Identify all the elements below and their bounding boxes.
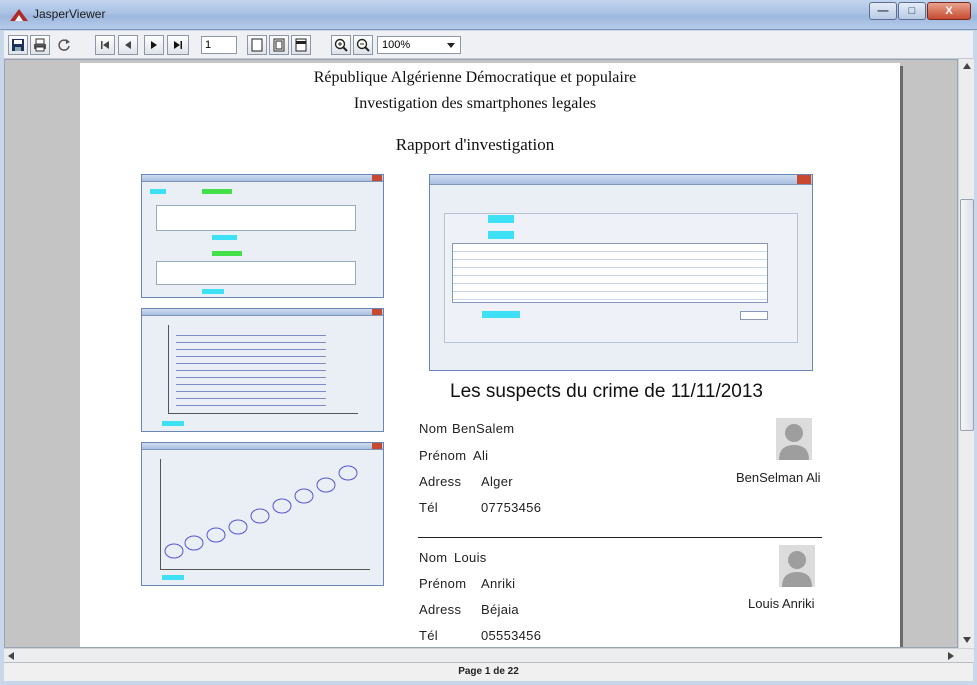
suspect-1-tel-label: Tél <box>419 500 438 515</box>
suspect-2-nom-label: Nom <box>419 550 448 565</box>
suspect-2-prenom-label: Prénom <box>419 576 467 591</box>
print-icon <box>34 38 46 52</box>
suspect-2-adress: Béjaia <box>481 602 519 617</box>
window-title: JasperViewer <box>33 7 106 21</box>
suspect-2-tel-label: Tél <box>419 628 438 643</box>
suspect-1-nom: BenSalem <box>452 421 515 436</box>
maximize-icon: □ <box>908 5 916 17</box>
report-title: Rapport d'investigation <box>395 135 555 154</box>
first-page-icon <box>101 41 109 49</box>
next-page-button[interactable] <box>144 35 164 55</box>
zoom-out-button[interactable] <box>353 35 373 55</box>
screenshot-image-3 <box>141 442 384 586</box>
print-button[interactable] <box>30 35 50 55</box>
suspect-1-tel: 07753456 <box>481 500 542 515</box>
report-header-republic: République Algérienne Démocratique et po… <box>313 69 637 86</box>
last-page-button[interactable] <box>167 35 189 55</box>
screenshot-image-4 <box>429 174 813 371</box>
scroll-down-icon[interactable] <box>963 637 971 643</box>
suspect-1-prenom: Ali <box>473 448 489 463</box>
suspect-2-photo-caption: Louis Anriki <box>748 596 815 611</box>
fit-page-icon <box>273 38 285 52</box>
suspect-1-prenom-label: Prénom <box>419 448 467 463</box>
scroll-right-icon[interactable] <box>948 652 954 660</box>
zoom-in-icon <box>334 38 348 52</box>
suspect-1-nom-label: Nom <box>419 421 448 436</box>
prev-page-icon <box>125 41 131 49</box>
minimize-button[interactable]: — <box>869 2 897 20</box>
chevron-down-icon <box>447 43 455 48</box>
page-indicator: Page 1 de 22 <box>458 666 519 677</box>
suspect-separator <box>418 537 822 538</box>
save-button[interactable] <box>8 35 28 55</box>
actual-size-icon <box>251 38 263 52</box>
first-page-button[interactable] <box>95 35 115 55</box>
zoom-value: 100% <box>382 39 411 51</box>
suspect-1-adress-label: Adress <box>419 474 462 489</box>
suspect-2-prenom: Anriki <box>481 576 516 591</box>
fit-width-icon <box>295 38 307 52</box>
actual-size-button[interactable] <box>247 35 267 55</box>
reload-button[interactable] <box>54 35 74 55</box>
fit-page-button[interactable] <box>269 35 289 55</box>
suspect-1-adress: Alger <box>481 474 513 489</box>
scroll-up-icon[interactable] <box>963 63 971 69</box>
user-silhouette-icon <box>776 418 812 460</box>
viewer-toolbar: 1 100% <box>4 31 973 59</box>
window-title-bar[interactable]: JasperViewer — □ X <box>0 0 977 30</box>
zoom-select[interactable]: 100% <box>377 36 461 54</box>
close-icon: X <box>945 5 953 17</box>
screenshot-image-2 <box>141 308 384 432</box>
report-header-investigation: Investigation des smartphones legales <box>353 95 597 112</box>
suspect-1-photo-caption: BenSelman Ali <box>736 470 821 485</box>
minimize-icon: — <box>877 5 889 17</box>
report-page: République Algérienne Démocratique et po… <box>80 63 900 647</box>
suspects-title: Les suspects du crime de 11/11/2013 <box>450 381 763 402</box>
close-button[interactable]: X <box>927 2 971 20</box>
zoom-in-button[interactable] <box>331 35 351 55</box>
report-viewport[interactable]: République Algérienne Démocratique et po… <box>4 59 958 648</box>
scroll-left-icon[interactable] <box>8 652 14 660</box>
next-page-icon <box>151 41 157 49</box>
suspect-2-adress-label: Adress <box>419 602 462 617</box>
status-bar: Page 1 de 22 <box>4 662 973 681</box>
page-number-input[interactable]: 1 <box>201 36 237 54</box>
save-icon <box>12 39 24 51</box>
zoom-out-icon <box>356 38 370 52</box>
horizontal-scrollbar[interactable] <box>4 648 974 662</box>
last-page-icon <box>174 41 182 49</box>
maximize-button[interactable]: □ <box>898 2 926 20</box>
vertical-scrollbar[interactable] <box>958 59 974 648</box>
prev-page-button[interactable] <box>118 35 138 55</box>
screenshot-image-1 <box>141 174 384 298</box>
reload-icon <box>58 39 70 51</box>
vertical-scroll-thumb[interactable] <box>960 199 974 431</box>
suspect-2-tel: 05553456 <box>481 628 542 643</box>
fit-width-button[interactable] <box>291 35 311 55</box>
jasper-app-icon <box>10 9 28 21</box>
user-silhouette-icon <box>779 545 815 587</box>
suspect-2-nom: Louis <box>454 550 487 565</box>
